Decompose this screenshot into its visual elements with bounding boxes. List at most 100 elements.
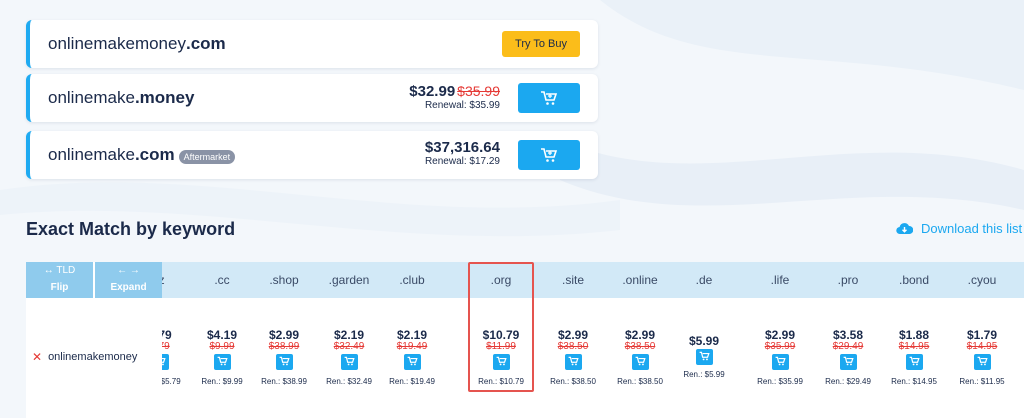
domain-sld: onlinemake <box>48 88 135 107</box>
expand-button[interactable]: ← → Expand <box>95 262 162 298</box>
domain-card-money: onlinemake .money $32.99 $35.99 Renewal: $… <box>26 74 598 122</box>
tld-price-table: .z$.79$.79Ren.: $5.79.cc$4.19$9.99Ren.: … <box>26 262 1024 418</box>
cart-icon <box>407 353 418 371</box>
tld-old-price: $19.49 <box>396 341 428 352</box>
tld-column: .cyou $1.79 $14.95 Ren.: $11.95 <box>952 262 1012 418</box>
tld-add-to-cart-button[interactable] <box>772 354 789 370</box>
tld-column: .online $2.99 $38.50 Ren.: $38.50 <box>610 262 670 418</box>
cart-icon <box>344 353 355 371</box>
tld-label: .bond <box>898 273 930 287</box>
tld-price: $2.19 <box>396 328 428 342</box>
tld-add-to-cart-button[interactable] <box>565 354 582 370</box>
domain-name: onlinemake .money <box>48 74 194 122</box>
tld-price: $3.58 <box>832 328 864 342</box>
try-to-buy-button[interactable]: Try To Buy <box>502 31 580 57</box>
tld-column: .shop $2.99 $38.99 Ren.: $38.99 <box>254 262 314 418</box>
flip-label: Flip <box>50 282 69 293</box>
cart-icon <box>843 353 854 371</box>
cart-icon <box>977 353 988 371</box>
tld-add-to-cart-button[interactable] <box>974 354 991 370</box>
tld-label: .cyou <box>967 273 997 287</box>
domain-name: onlinemakemoney .com <box>48 20 226 68</box>
tld-add-to-cart-button[interactable] <box>840 354 857 370</box>
download-list-link[interactable]: Download this list <box>896 221 1022 236</box>
domain-name: onlinemake .com Aftermarket <box>48 131 236 179</box>
tld-label: .cc <box>214 273 230 287</box>
cart-icon <box>775 353 786 371</box>
tld-price: $2.19 <box>333 328 365 342</box>
add-to-cart-button[interactable] <box>518 140 580 170</box>
tld-add-to-cart-button[interactable] <box>276 354 293 370</box>
tld-add-to-cart-button[interactable] <box>906 354 923 370</box>
tld-price: $2.99 <box>268 328 300 342</box>
tld-price: $1.88 <box>898 328 930 342</box>
tld-old-price: $14.95 <box>898 341 930 352</box>
tld-label: .life <box>770 273 790 287</box>
price-current: $32.99 <box>409 83 456 100</box>
add-to-cart-button[interactable] <box>518 83 580 113</box>
tld-label: .de <box>695 273 713 287</box>
tld-old-price: $29.49 <box>832 341 864 352</box>
selected-column-highlight <box>468 262 534 392</box>
domain-tld: .com <box>185 34 226 53</box>
tld-add-to-cart-button[interactable] <box>404 354 421 370</box>
cart-icon <box>568 353 579 371</box>
expand-label: Expand <box>110 282 147 293</box>
tld-old-price: $9.99 <box>209 341 235 352</box>
domain-card-exact: onlinemakemoney .com Try To Buy <box>26 20 598 68</box>
renewal-price: Renewal: $17.29 <box>424 156 500 167</box>
tld-old-price: $35.99 <box>764 341 796 352</box>
tld-price: $1.79 <box>966 328 998 342</box>
tld-price: $2.99 <box>624 328 656 342</box>
tld-label: .club <box>399 273 425 287</box>
tld-old-price: $14.95 <box>966 341 998 352</box>
tld-column: .cc $4.19 $9.99 Ren.: $9.99 <box>192 262 252 418</box>
tld-add-to-cart-button[interactable] <box>632 354 649 370</box>
download-label: Download this list <box>921 221 1023 236</box>
tld-label: .pro <box>837 273 859 287</box>
cart-icon <box>699 348 710 366</box>
domain-tld: .money <box>134 88 195 107</box>
price-current: $37,316.64 <box>424 139 500 156</box>
tld-renewal: Ren.: $14.95 <box>891 377 937 386</box>
tld-column: .site $2.99 $38.50 Ren.: $38.50 <box>543 262 603 418</box>
tld-label: .garden <box>328 273 370 287</box>
keyword-row-label: ✕ onlinemakemoney <box>32 350 137 364</box>
domain-card-aftermarket: onlinemake .com Aftermarket $37,316.64 Re… <box>26 131 598 179</box>
tld-label: .online <box>622 273 658 287</box>
cart-icon <box>909 353 920 371</box>
expand-icon: ← → <box>117 265 140 276</box>
tld-price: $2.99 <box>557 328 589 342</box>
price-block: $37,316.64 Renewal: $17.29 <box>425 140 500 168</box>
tld-renewal: Ren.: $9.99 <box>201 377 243 386</box>
renewal-price: Renewal: $35.99 <box>424 100 500 111</box>
cart-icon <box>279 353 290 371</box>
cart-icon <box>541 148 558 162</box>
tld-renewal: Ren.: $11.95 <box>959 377 1005 386</box>
price-old: $35.99 <box>457 83 500 99</box>
tld-column: .bond $1.88 $14.95 Ren.: $14.95 <box>884 262 944 418</box>
tld-renewal: Ren.: $5.99 <box>683 370 725 379</box>
tld-add-to-cart-button[interactable] <box>696 349 713 365</box>
tld-renewal: Ren.: $35.99 <box>757 377 803 386</box>
aftermarket-badge: Aftermarket <box>178 149 236 164</box>
tld-renewal: Ren.: $38.99 <box>261 377 307 386</box>
tld-column: .life $2.99 $35.99 Ren.: $35.99 <box>750 262 810 418</box>
flip-icon: ↔ TLD <box>43 265 76 276</box>
cart-icon <box>217 353 228 371</box>
tld-add-to-cart-button[interactable] <box>214 354 231 370</box>
keyword-text: onlinemakemoney <box>48 351 138 363</box>
section-title: Exact Match by keyword <box>26 219 236 239</box>
flip-button[interactable]: ↔ TLD Flip <box>26 262 93 298</box>
tld-label: .site <box>561 273 584 287</box>
tld-column: .club $2.19 $19.49 Ren.: $19.49 <box>382 262 442 418</box>
tld-label: .shop <box>269 273 299 287</box>
domain-sld: onlinemake <box>48 145 135 164</box>
tld-old-price: $38.50 <box>624 341 656 352</box>
cloud-download-icon <box>896 223 913 235</box>
tld-add-to-cart-button[interactable] <box>341 354 358 370</box>
tld-old-price: $32.49 <box>333 341 365 352</box>
tld-column: .de $5.99 Ren.: $5.99 <box>674 262 734 418</box>
frozen-column: ↔ TLD Flip ← → Expand ✕ onlinemakemoney <box>26 262 162 418</box>
price-block: $32.99 $35.99 Renewal: $35.99 <box>409 83 500 112</box>
